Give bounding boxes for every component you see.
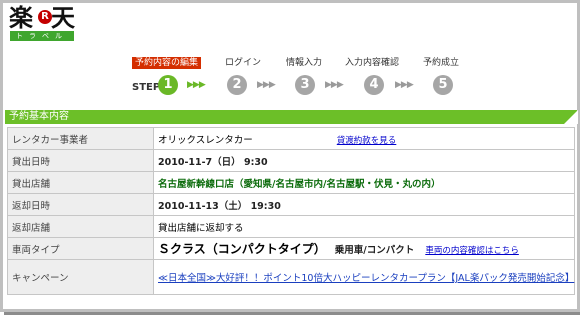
step-2-circle: 2 xyxy=(227,75,247,95)
step-arrow-icon: ▶▶▶ xyxy=(257,80,276,90)
return-date-label: 返却日時 xyxy=(7,193,154,216)
car-type-label: 車両タイプ xyxy=(7,237,154,260)
car-type-cell: Ｓクラス（コンパクトタイプ） 乗用車/コンパクト 車両の内容確認はこちら xyxy=(153,237,575,260)
car-category-value: 乗用車/コンパクト xyxy=(334,245,415,256)
step-4-circle: 4 xyxy=(364,75,384,95)
pickup-store-value: 名古屋新幹線口店（愛知県/名古屋市内/名古屋駅・伏見・丸の内） xyxy=(153,171,575,194)
reservation-info-table: レンタカー事業者 オリックスレンタカー 貸渡約款を見る 貸出日時 2010-11… xyxy=(7,127,575,295)
company-label: レンタカー事業者 xyxy=(7,127,154,150)
step-5-circle: 5 xyxy=(433,75,453,95)
logo-travel-label: トラベル xyxy=(10,31,74,41)
step-1-circle: 1 xyxy=(158,75,178,95)
table-row: 返却日時 2010-11-13（土） 19:30 xyxy=(7,193,575,216)
rental-terms-link[interactable]: 貸渡約款を見る xyxy=(337,136,397,146)
step-word: STEP xyxy=(132,82,161,93)
car-class-value: Ｓクラス（コンパクトタイプ） xyxy=(158,242,326,256)
logo-kanji-raku: 楽 xyxy=(9,3,33,32)
pickup-date-label: 貸出日時 xyxy=(7,149,154,172)
campaign-link[interactable]: ≪日本全国≫大好評！！ポイント10倍大ハッピーレンタカープラン【JAL楽パック発… xyxy=(158,273,574,284)
step-1-label: 予約内容の編集 xyxy=(132,57,202,69)
step-4-label: 入力内容確認 xyxy=(345,58,400,68)
step-3-circle: 3 xyxy=(295,75,315,95)
step-2-label: ログイン xyxy=(225,58,262,68)
table-row: 車両タイプ Ｓクラス（コンパクトタイプ） 乗用車/コンパクト 車両の内容確認はこ… xyxy=(7,237,575,260)
table-row: 返却店舗 貸出店舗に返却する xyxy=(7,215,575,238)
vehicle-details-link[interactable]: 車両の内容確認はこちら xyxy=(425,246,519,256)
table-row: レンタカー事業者 オリックスレンタカー 貸渡約款を見る xyxy=(7,127,575,150)
company-cell: オリックスレンタカー 貸渡約款を見る xyxy=(153,127,575,150)
logo-kanji-ten: 天 xyxy=(51,3,75,32)
section-title-bar: 予約基本内容 xyxy=(5,110,578,124)
step-3-label: 情報入力 xyxy=(286,58,323,68)
table-row: 貸出日時 2010-11-7（日） 9:30 xyxy=(7,149,575,172)
rakuten-travel-logo[interactable]: 楽 R 天 トラベル xyxy=(9,5,75,41)
campaign-cell: ≪日本全国≫大好評！！ポイント10倍大ハッピーレンタカープラン【JAL楽パック発… xyxy=(153,259,575,295)
table-row: 貸出店舗 名古屋新幹線口店（愛知県/名古屋市内/名古屋駅・伏見・丸の内） xyxy=(7,171,575,194)
pickup-date-value: 2010-11-7（日） 9:30 xyxy=(153,149,575,172)
pickup-store-label: 貸出店舗 xyxy=(7,171,154,194)
return-store-value: 貸出店舗に返却する xyxy=(153,215,575,238)
step-arrow-icon: ▶▶▶ xyxy=(325,80,344,90)
company-value: オリックスレンタカー xyxy=(158,134,253,146)
campaign-label: キャンペーン xyxy=(7,259,154,295)
step-arrow-icon: ▶▶▶ xyxy=(187,80,206,90)
step-5-label: 予約成立 xyxy=(423,58,460,68)
return-store-label: 返却店舗 xyxy=(7,215,154,238)
table-row: キャンペーン ≪日本全国≫大好評！！ポイント10倍大ハッピーレンタカープラン【J… xyxy=(7,259,575,295)
step-arrow-icon: ▶▶▶ xyxy=(395,80,414,90)
page-frame: 楽 R 天 トラベル 予約内容の編集 ログイン 情報入力 入力内容確認 予約成立… xyxy=(0,0,580,315)
logo-r-mark: R xyxy=(38,10,52,24)
booking-step-indicator: 予約内容の編集 ログイン 情報入力 入力内容確認 予約成立 STEP 1 ▶▶▶… xyxy=(123,57,483,103)
return-date-value: 2010-11-13（土） 19:30 xyxy=(153,193,575,216)
